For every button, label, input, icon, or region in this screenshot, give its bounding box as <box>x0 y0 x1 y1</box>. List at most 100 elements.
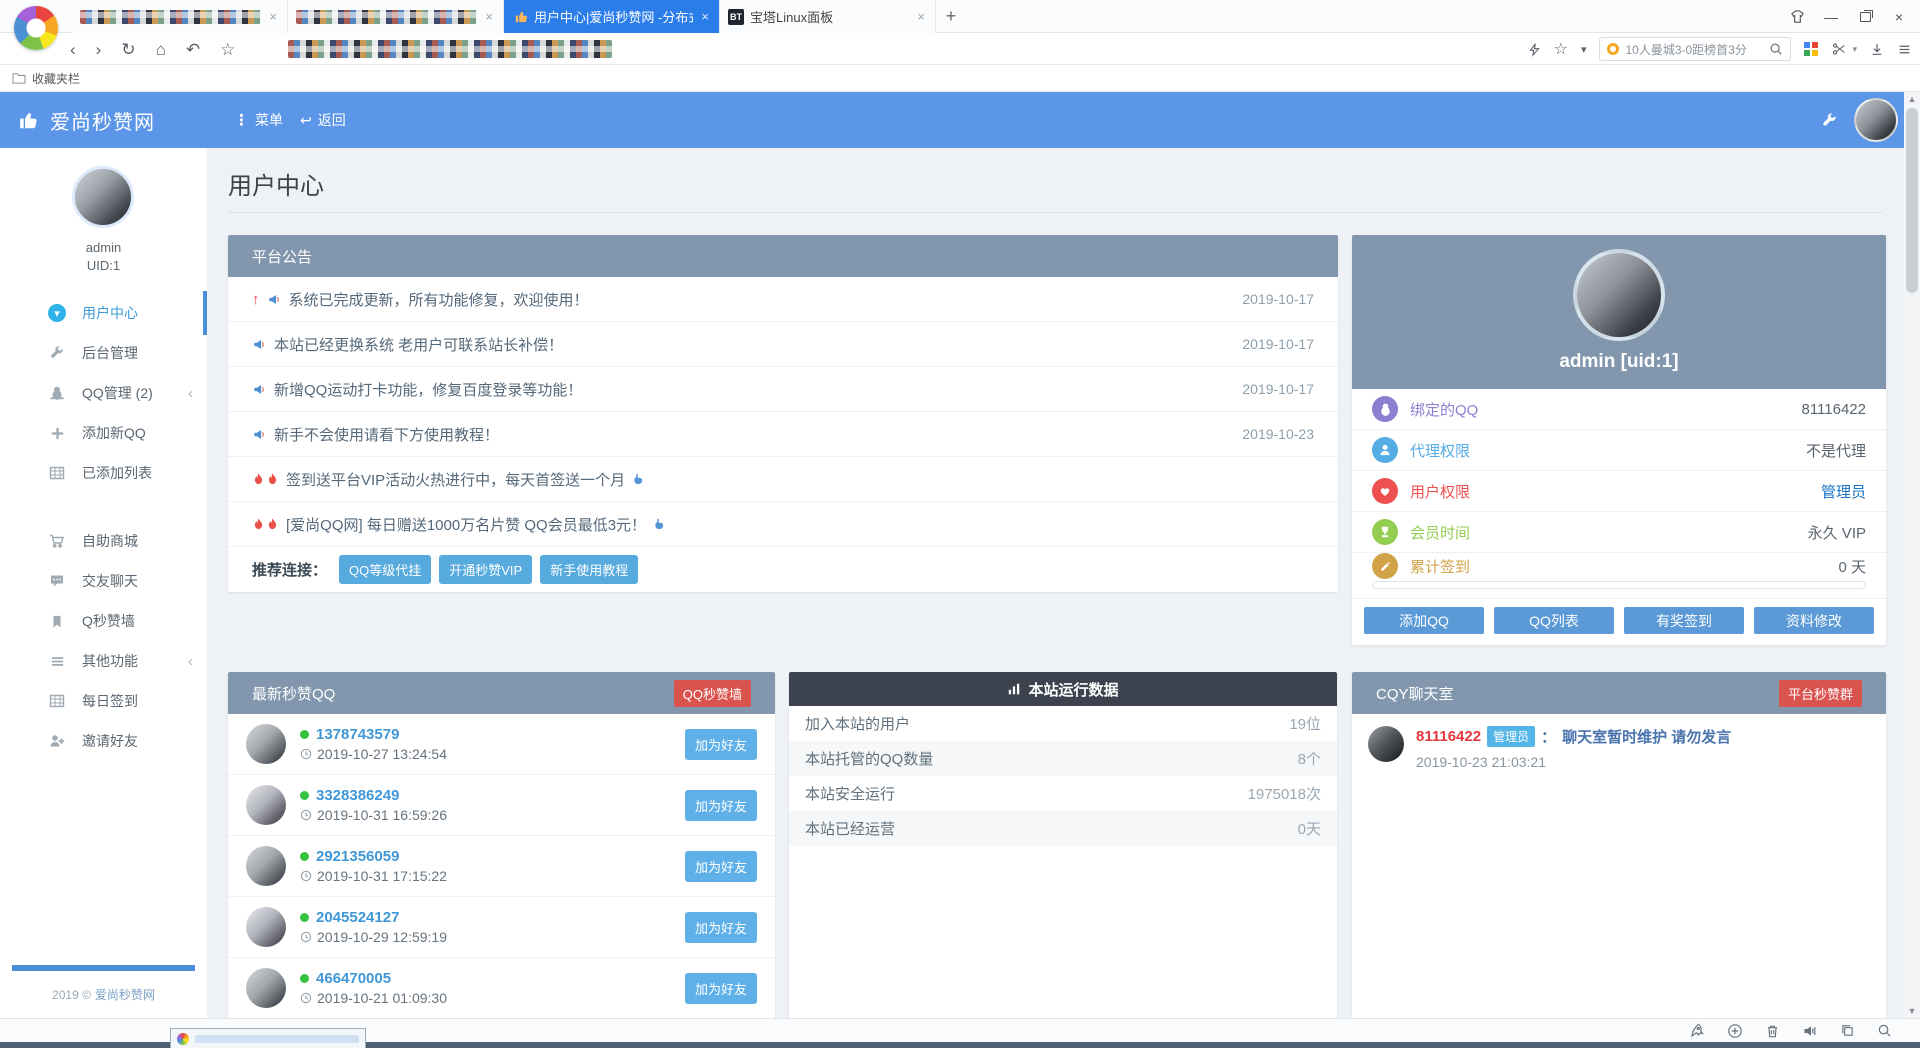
header-avatar[interactable] <box>1854 98 1898 142</box>
search-magnifier-icon[interactable] <box>1769 42 1783 56</box>
sidebar-item[interactable]: ▾ 已添加列表 ‹ <box>0 453 207 493</box>
add-friend-button[interactable]: 加为好友 <box>685 790 757 821</box>
download-icon[interactable] <box>1870 42 1884 57</box>
announcement-row[interactable]: ↑ 新手不会使用请看下方使用教程！ 2019-10-23 <box>228 412 1338 457</box>
platform-group-badge[interactable]: 平台秒赞群 <box>1779 680 1862 707</box>
recommended-link-button[interactable]: QQ等级代挂 <box>339 555 431 584</box>
qq-number[interactable]: 2045524127 <box>316 909 399 926</box>
announcement-row[interactable]: ↑ 签到送平台VIP活动火热进行中，每天首签送一个月 <box>228 457 1338 502</box>
browser-tab[interactable]: BT × <box>288 0 504 33</box>
qq-avatar[interactable] <box>246 785 286 825</box>
scroll-down-icon[interactable]: ▼ <box>1904 1006 1920 1016</box>
announcement-row[interactable]: ↑ [爱尚QQ网] 每日赠送1000万名片赞 QQ会员最低3元！ <box>228 502 1338 547</box>
back-button[interactable]: ↩ 返回 <box>300 92 346 148</box>
chat-username[interactable]: 81116422 <box>1416 728 1481 745</box>
sidebar-avatar[interactable] <box>72 166 134 228</box>
scrollbar-thumb[interactable] <box>1906 108 1918 293</box>
browser-logo-icon[interactable] <box>14 6 58 50</box>
sidebar-footer: 2019 ©爱尚秒赞网 <box>0 986 207 1003</box>
menu-hamburger-icon[interactable] <box>1897 43 1912 56</box>
tab-close-icon[interactable]: × <box>267 9 279 24</box>
page-scrollbar[interactable]: ▲ ▼ <box>1904 92 1920 1018</box>
browser-tab[interactable]: BT × <box>72 0 288 33</box>
dropdown-chevron-icon[interactable]: ▾ <box>1581 43 1587 56</box>
add-friend-button[interactable]: 加为好友 <box>685 729 757 760</box>
tab-close-icon[interactable]: × <box>915 9 927 24</box>
undo-icon[interactable]: ↶ <box>186 41 200 58</box>
app-grid-icon[interactable] <box>1804 42 1818 56</box>
speaker-icon[interactable] <box>1802 1023 1818 1039</box>
announcement-row[interactable]: ↑ 系统已完成更新，所有功能修复，欢迎使用！ 2019-10-17 <box>228 277 1338 322</box>
sidebar-item[interactable]: ▾ Q秒赞墙 ‹ <box>0 601 207 641</box>
forward-icon[interactable]: › <box>96 41 102 58</box>
announcement-text: 系统已完成更新，所有功能修复，欢迎使用！ <box>289 289 589 310</box>
plus-icon <box>50 426 65 441</box>
recommended-link-button[interactable]: 新手使用教程 <box>540 555 638 584</box>
search-box[interactable]: 10人曼城3-0距榜首3分 <box>1599 37 1791 61</box>
favorite-star-icon[interactable]: ☆ <box>220 41 235 58</box>
settings-wrench-icon[interactable] <box>1821 112 1838 129</box>
boost-rocket-icon[interactable] <box>1689 1023 1705 1039</box>
signin-progress-bar <box>1372 581 1866 589</box>
user-card-avatar[interactable] <box>1573 249 1665 341</box>
taskbar-window-preview[interactable] <box>170 1028 366 1048</box>
add-friend-button[interactable]: 加为好友 <box>685 851 757 882</box>
sidebar-item[interactable]: ▾ 其他功能 ‹ <box>0 641 207 681</box>
sidebar-item[interactable]: ▾ 添加新QQ ‹ <box>0 413 207 453</box>
trash-icon[interactable] <box>1765 1023 1780 1039</box>
new-tab-button[interactable]: + <box>936 0 966 33</box>
sidebar-item[interactable]: ▾ 邀请好友 ‹ <box>0 721 207 761</box>
sidebar-item[interactable]: ▾ 每日签到 ‹ <box>0 681 207 721</box>
sidebar-item[interactable]: ▾ 交友聊天 ‹ <box>0 561 207 601</box>
recommended-link-button[interactable]: 开通秒赞VIP <box>439 555 532 584</box>
site-brand[interactable]: 爱尚秒赞网 <box>50 106 155 135</box>
user-card-action-button[interactable]: 资料修改 <box>1754 607 1874 634</box>
qq-wall-badge[interactable]: QQ秒赞墙 <box>674 680 751 707</box>
announcement-row[interactable]: ↑ 本站已经更换系统 老用户可联系站长补偿！ 2019-10-17 <box>228 322 1338 367</box>
qq-number[interactable]: 3328386249 <box>316 787 399 804</box>
sidebar-item-label: Q秒赞墙 <box>82 611 135 631</box>
screenshot-scissors-icon[interactable] <box>1831 42 1847 56</box>
refresh-icon[interactable]: ↻ <box>121 41 135 58</box>
browser-tab[interactable]: BT 用户中心|爱尚秒赞网 -分布式秒 × <box>504 0 720 33</box>
chat-avatar[interactable] <box>1368 726 1404 762</box>
minimize-button[interactable]: — <box>1814 0 1848 33</box>
scissors-dropdown-icon[interactable]: ▾ <box>1852 44 1857 55</box>
qq-avatar[interactable] <box>246 907 286 947</box>
close-button[interactable]: × <box>1882 0 1916 33</box>
stats-label: 加入本站的用户 <box>805 713 910 734</box>
qq-number[interactable]: 2921356059 <box>316 848 399 865</box>
add-friend-button[interactable]: 加为好友 <box>685 912 757 943</box>
qq-number[interactable]: 1378743579 <box>316 726 399 743</box>
lightning-icon[interactable] <box>1528 42 1541 57</box>
qq-avatar[interactable] <box>246 968 286 1008</box>
home-icon[interactable]: ⌂ <box>156 41 166 58</box>
add-friend-button[interactable]: 加为好友 <box>685 973 757 1004</box>
back-icon[interactable]: ‹ <box>70 41 76 58</box>
windows-restore-icon[interactable] <box>1840 1023 1855 1038</box>
scroll-up-icon[interactable]: ▲ <box>1904 94 1920 104</box>
tab-close-icon[interactable]: × <box>699 9 711 24</box>
theme-shirt-icon[interactable] <box>1780 0 1814 33</box>
page-zoom-magnifier-icon[interactable] <box>1877 1023 1892 1038</box>
qq-avatar[interactable] <box>246 846 286 886</box>
browser-tab[interactable]: BT 宝塔Linux面板 × <box>720 0 936 33</box>
sidebar-item[interactable]: ▾ QQ管理 (2) ‹ <box>0 373 207 413</box>
sidebar-item[interactable]: ▾ 用户中心 ‹ <box>0 293 207 333</box>
tab-close-icon[interactable]: × <box>483 9 495 24</box>
star-collect-icon[interactable]: ☆ <box>1554 39 1568 59</box>
sidebar-item[interactable]: ▾ 后台管理 ‹ <box>0 333 207 373</box>
footer-brand-link[interactable]: 爱尚秒赞网 <box>95 988 155 1002</box>
sidebar-item[interactable]: ▾ 自助商城 ‹ <box>0 521 207 561</box>
sidebar-item-label: 每日签到 <box>82 691 138 711</box>
qq-number[interactable]: 466470005 <box>316 970 391 987</box>
compatibility-icon[interactable] <box>1727 1023 1743 1039</box>
user-card-action-button[interactable]: 添加QQ <box>1364 607 1484 634</box>
favorites-bar[interactable]: 收藏夹栏 <box>0 65 1920 92</box>
user-card-action-button[interactable]: QQ列表 <box>1494 607 1614 634</box>
qq-avatar[interactable] <box>246 724 286 764</box>
menu-button[interactable]: ⋮ 菜单 <box>234 92 283 148</box>
user-card-action-button[interactable]: 有奖签到 <box>1624 607 1744 634</box>
announcement-row[interactable]: ↑ 新增QQ运动打卡功能，修复百度登录等功能！ 2019-10-17 <box>228 367 1338 412</box>
maximize-button[interactable] <box>1848 0 1882 33</box>
